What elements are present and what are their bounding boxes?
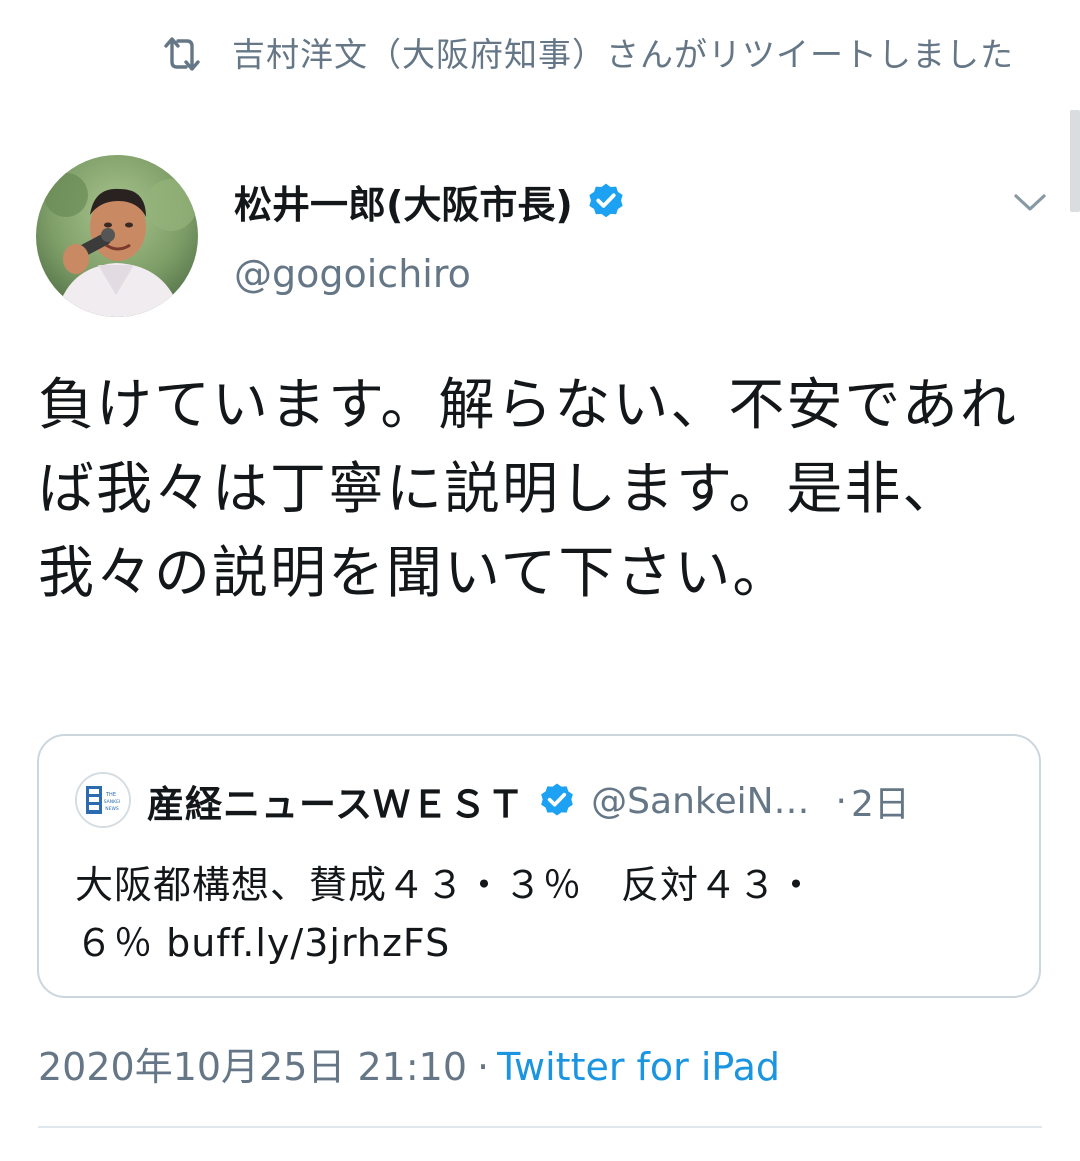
scrollbar[interactable] xyxy=(1070,110,1080,212)
author-name-row[interactable]: 松井一郎(大阪市長) xyxy=(234,174,627,229)
svg-text:THE: THE xyxy=(105,792,116,798)
verified-badge-icon xyxy=(541,783,573,816)
tweet-metadata: 2020年10月25日 21:10 · Twitter for iPad xyxy=(38,1036,780,1091)
svg-text:NEWS: NEWS xyxy=(105,806,119,812)
author-handle[interactable]: @gogoichiro xyxy=(234,252,471,296)
chevron-down-icon[interactable] xyxy=(1008,182,1052,222)
tweet-timestamp[interactable]: 2020年10月25日 21:10 xyxy=(38,1045,467,1089)
meta-separator: · xyxy=(477,1045,490,1089)
tweet-text: 負けています。解らない、不安であれば我々は丁寧に説明します。是非、我々の説明を聞… xyxy=(38,373,1018,606)
verified-badge-icon xyxy=(589,183,623,217)
quoted-tweet-text: 大阪都構想、賛成４３・３％ 反対４３・ ６％ buff.ly/3jrhzFS xyxy=(75,863,817,965)
svg-text:SANKEI: SANKEI xyxy=(104,799,121,805)
tweet-source-link[interactable]: Twitter for iPad xyxy=(497,1045,780,1089)
quoted-author-avatar[interactable]: THE SANKEI NEWS xyxy=(75,772,131,828)
quoted-author-name[interactable]: 産経ニュースＷＥＳＴ xyxy=(147,774,525,828)
retweet-context[interactable]: 吉村洋文（大阪府知事）さんがリツイートしました xyxy=(160,32,1030,78)
quoted-author-handle[interactable]: @SankeiN… xyxy=(591,781,809,822)
author-name[interactable]: 松井一郎(大阪市長) xyxy=(234,174,573,229)
quoted-separator: · xyxy=(835,780,847,822)
quoted-tweet-card[interactable]: THE SANKEI NEWS 産経ニュースＷＥＳＴ @SankeiN… · 2… xyxy=(37,734,1041,998)
quoted-tweet-header: 産経ニュースＷＥＳＴ @SankeiN… · 2日 xyxy=(147,774,1027,828)
quoted-timestamp[interactable]: 2日 xyxy=(851,775,910,827)
divider xyxy=(38,1126,1042,1128)
author-avatar[interactable] xyxy=(36,155,198,317)
retweet-label: 吉村洋文（大阪府知事）さんがリツイートしました xyxy=(232,35,1014,74)
retweet-icon xyxy=(164,37,200,71)
